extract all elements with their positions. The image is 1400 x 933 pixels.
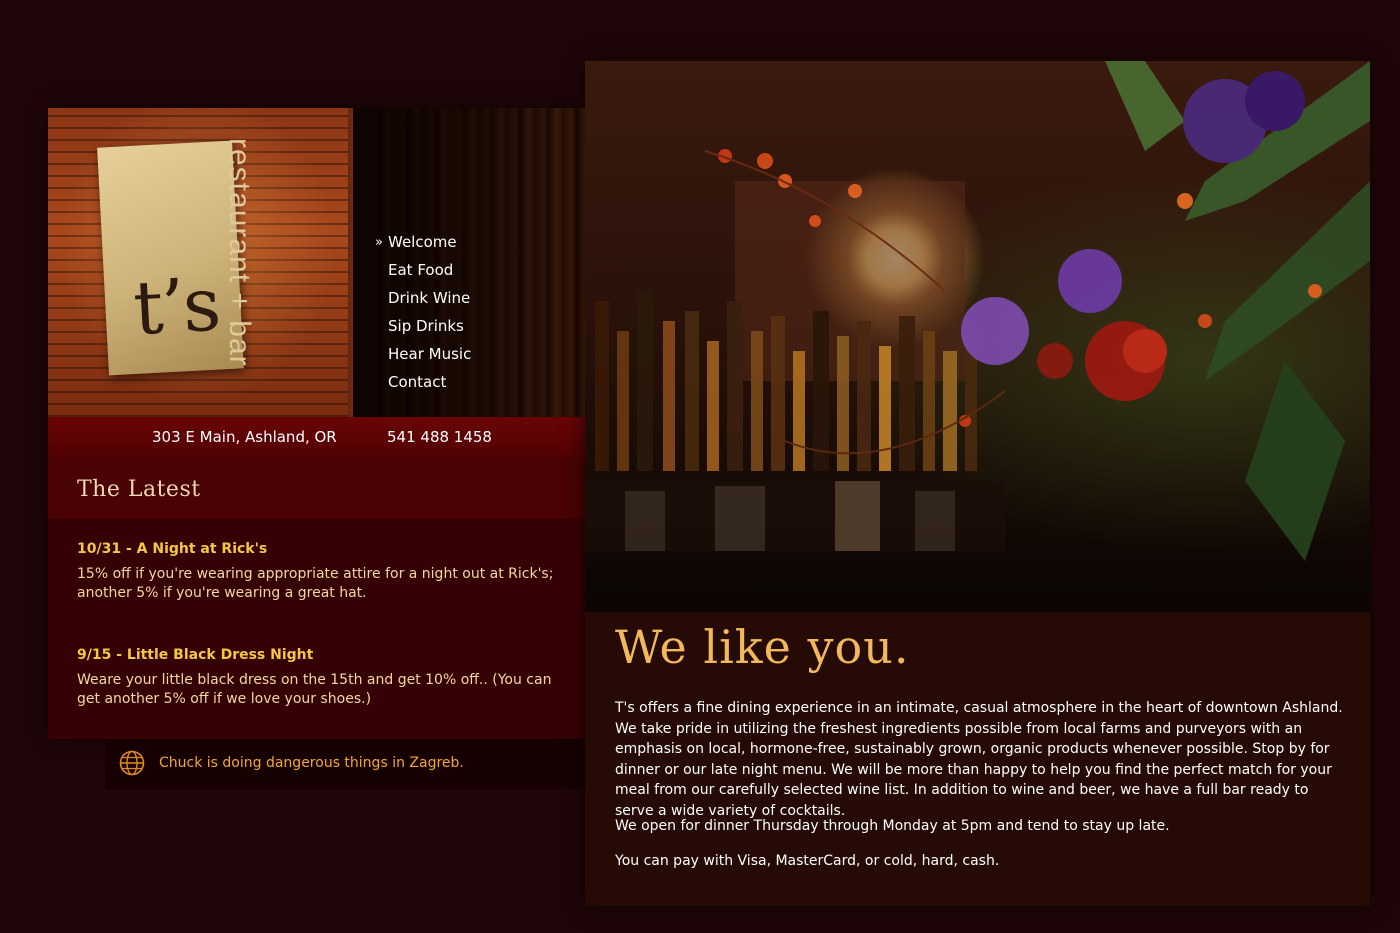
- news-list: 10/31 - A Night at Rick's 15% off if you…: [48, 519, 585, 739]
- payment-paragraph: You can pay with Visa, MasterCard, or co…: [615, 853, 1000, 869]
- contact-bar: 303 E Main, Ashland, OR 541 488 1458: [48, 417, 585, 457]
- nav-item-welcome[interactable]: » Welcome: [375, 228, 578, 256]
- bar-photo-illustration: [585, 61, 1370, 561]
- globe-icon: [119, 750, 145, 776]
- news-title: 10/31 - A Night at Rick's: [77, 541, 268, 557]
- news-text: Weare your little black dress on the 15t…: [77, 672, 552, 707]
- status-bar: Chuck is doing dangerous things in Zagre…: [105, 739, 585, 789]
- news-title: 9/15 - Little Black Dress Night: [77, 647, 314, 663]
- page-title: We like you.: [615, 620, 910, 674]
- intro-paragraph: T's offers a fine dining experience in a…: [615, 700, 1343, 819]
- phone-number[interactable]: 541 488 1458: [387, 428, 492, 446]
- status-text[interactable]: Chuck is doing dangerous things in Zagre…: [159, 755, 464, 771]
- nav-item-contact[interactable]: Contact: [388, 368, 578, 396]
- nav-item-sip-drinks[interactable]: Sip Drinks: [388, 312, 578, 340]
- welcome-section: We like you. T's offers a fine dining ex…: [585, 612, 1370, 906]
- logo-text: t’s: [131, 261, 222, 352]
- nav-item-label: Contact: [388, 373, 447, 391]
- latest-header: The Latest: [48, 457, 585, 519]
- nav-item-eat-food[interactable]: Eat Food: [388, 256, 578, 284]
- news-item: 9/15 - Little Black Dress Night Weare yo…: [77, 647, 567, 709]
- nav-item-label: Drink Wine: [388, 289, 471, 307]
- nav-item-label: Eat Food: [388, 261, 454, 279]
- right-panel: We like you. T's offers a fine dining ex…: [585, 61, 1370, 906]
- address[interactable]: 303 E Main, Ashland, OR: [152, 428, 337, 446]
- nav-item-drink-wine[interactable]: Drink Wine: [388, 284, 578, 312]
- main-nav: » Welcome Eat Food Drink Wine Sip Drinks…: [375, 228, 578, 396]
- news-item: 10/31 - A Night at Rick's 15% off if you…: [77, 541, 567, 603]
- nav-item-label: Hear Music: [388, 345, 472, 363]
- hours-paragraph: We open for dinner Thursday through Mond…: [615, 818, 1170, 834]
- header-photo: t’s restaurant + bar » Welcome Eat Food …: [48, 108, 585, 417]
- latest-title: The Latest: [77, 477, 201, 502]
- bar-photo: [585, 61, 1370, 612]
- photo-fade: [585, 561, 1370, 612]
- nav-item-label: Sip Drinks: [388, 317, 464, 335]
- logo-subtext: restaurant + bar: [223, 138, 256, 367]
- nav-item-label: Welcome: [388, 233, 457, 251]
- news-text: 15% off if you're wearing appropriate at…: [77, 566, 554, 601]
- nav-item-hear-music[interactable]: Hear Music: [388, 340, 578, 368]
- left-panel: t’s restaurant + bar » Welcome Eat Food …: [48, 108, 585, 739]
- active-marker: »: [375, 234, 383, 250]
